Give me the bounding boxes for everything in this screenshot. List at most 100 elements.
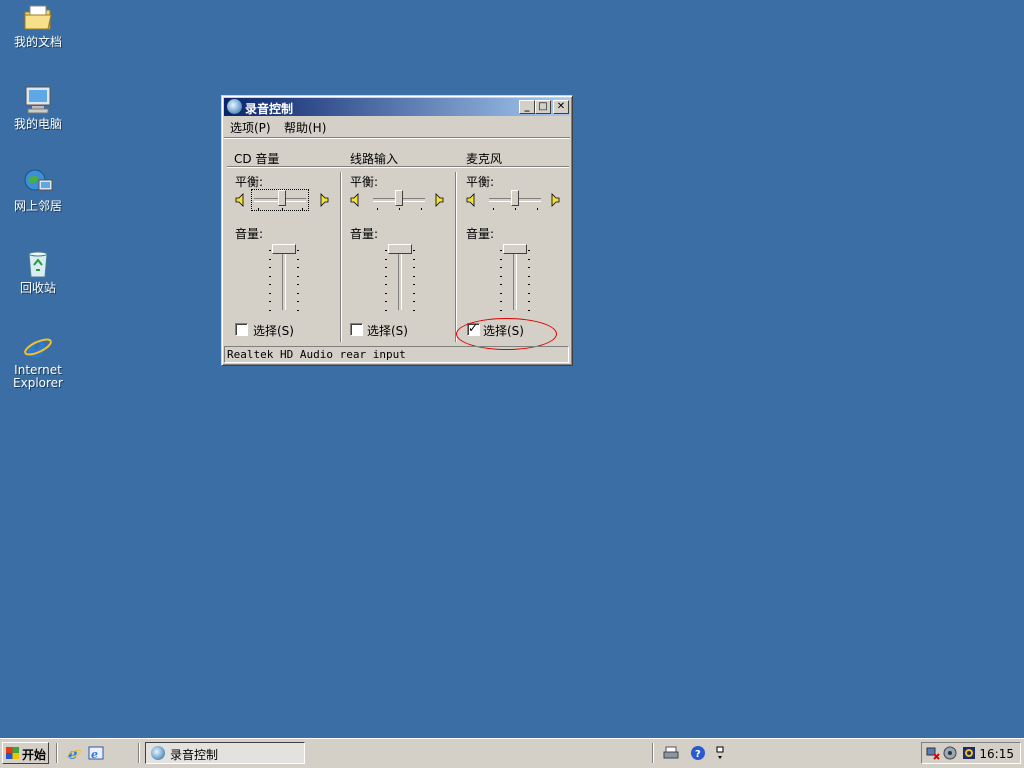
svg-text:?: ?	[695, 749, 701, 760]
slider-tick	[500, 284, 502, 285]
desktop-icon-my-computer[interactable]: 我的电脑	[6, 84, 70, 131]
slider-tick	[269, 250, 271, 251]
taskbar-separator	[652, 743, 654, 763]
slider-tick	[297, 301, 299, 302]
internet-explorer-icon[interactable]: e	[66, 745, 82, 761]
slider-tick	[528, 250, 530, 251]
balance-label: 平衡:	[235, 175, 264, 189]
my-computer-icon	[22, 84, 54, 116]
slider-tick	[413, 301, 415, 302]
column-title-line-in: 线路输入	[350, 152, 399, 166]
maximize-button[interactable]: □	[535, 100, 551, 114]
slider-tick	[528, 258, 530, 260]
expand-menu-icon[interactable]	[713, 745, 729, 761]
security-tray-icon[interactable]	[962, 746, 976, 760]
slider-tick	[528, 284, 530, 285]
clock[interactable]: 16:15	[979, 747, 1014, 761]
slider-tick	[500, 301, 502, 302]
menu-separator	[224, 137, 570, 139]
slider-tick	[413, 258, 415, 260]
column-divider	[455, 172, 457, 342]
minimize-button[interactable]: _	[519, 100, 535, 114]
desktop-icon-my-documents[interactable]: 我的文档	[6, 2, 70, 49]
window-title: 录音控制	[245, 102, 294, 116]
header-separator	[227, 166, 569, 168]
desktop-icon-network[interactable]: 网上邻居	[6, 166, 70, 213]
slider-tick	[269, 258, 271, 260]
slider-tick	[297, 309, 299, 311]
close-button[interactable]: ✕	[553, 100, 569, 114]
taskbar-separator	[56, 743, 58, 763]
show-desktop-icon[interactable]: e	[88, 745, 104, 761]
recycle-bin-icon	[22, 248, 54, 280]
volume-label: 音量:	[466, 227, 495, 241]
slider-tick	[297, 275, 299, 277]
desktop-icon-recycle-bin[interactable]: 回收站	[6, 248, 70, 295]
speaker-app-icon	[227, 99, 242, 114]
slider-tick	[269, 301, 271, 302]
slider-tick	[500, 250, 502, 251]
slider-tick	[528, 301, 530, 302]
slider-tick	[528, 292, 530, 294]
volume-tray-icon[interactable]	[943, 746, 957, 760]
desktop-icon-label: 我的文档	[13, 35, 62, 49]
slider-tick	[500, 258, 502, 260]
taskbar: 开始 e e 录音控制 ? 16:15	[0, 738, 1024, 768]
my-documents-icon	[22, 2, 54, 34]
network-places-icon	[22, 166, 54, 198]
printer-icon[interactable]	[663, 745, 679, 761]
taskbar-separator	[138, 743, 140, 763]
balance-slider-microphone[interactable]	[487, 190, 543, 210]
slider-tick	[269, 267, 271, 268]
slider-tick	[413, 292, 415, 294]
system-tray: 16:15	[921, 742, 1021, 764]
select-label: 选择(S)	[253, 324, 294, 338]
start-button[interactable]: 开始	[2, 742, 49, 764]
slider-tick	[528, 275, 530, 277]
slider-tick	[269, 309, 271, 311]
balance-label: 平衡:	[466, 175, 495, 189]
volume-slider-cd[interactable]	[267, 244, 301, 314]
start-label: 开始	[22, 748, 47, 762]
status-bar: Realtek HD Audio rear input	[224, 346, 569, 363]
slider-tick	[385, 250, 387, 251]
slider-tick	[500, 292, 502, 294]
slider-tick	[500, 267, 502, 268]
slider-tick	[385, 309, 387, 311]
volume-slider-line-in[interactable]	[383, 244, 417, 314]
desktop-icon-label: Internet Explorer	[13, 363, 63, 390]
balance-slider-line-in[interactable]	[371, 190, 427, 210]
menu-options[interactable]: 选项(P)	[230, 119, 271, 136]
desktop-icon-label: 网上邻居	[13, 199, 62, 213]
slider-tick	[269, 292, 271, 294]
column-divider	[340, 172, 342, 342]
balance-slider-cd[interactable]	[251, 189, 309, 211]
slider-tick	[413, 250, 415, 251]
volume-slider-microphone[interactable]	[498, 244, 532, 314]
help-icon[interactable]: ?	[690, 745, 706, 761]
slider-tick	[269, 275, 271, 277]
desktop-icon-internet-explorer[interactable]: e Internet Explorer	[6, 330, 70, 390]
slider-tick	[297, 292, 299, 294]
slider-tick	[297, 250, 299, 251]
svg-text:e: e	[91, 748, 98, 761]
title-bar[interactable]: 录音控制 _ □ ✕	[224, 98, 570, 116]
slider-tick	[297, 284, 299, 285]
select-checkbox-cd[interactable]	[235, 323, 248, 336]
slider-tick	[297, 267, 299, 268]
volume-label: 音量:	[235, 227, 264, 241]
slider-tick	[269, 284, 271, 285]
windows-logo-icon	[6, 747, 19, 759]
slider-tick	[385, 292, 387, 294]
select-checkbox-line-in[interactable]	[350, 323, 363, 336]
speaker-right-icon	[435, 193, 444, 207]
network-disconnected-icon[interactable]	[926, 746, 940, 760]
slider-tick	[297, 258, 299, 260]
column-title-microphone: 麦克风	[466, 152, 503, 166]
speaker-left-icon	[350, 193, 359, 207]
taskbar-button-recording-control[interactable]: 录音控制	[145, 742, 305, 764]
menu-help[interactable]: 帮助(H)	[284, 119, 326, 136]
volume-label: 音量:	[350, 227, 379, 241]
balance-label: 平衡:	[350, 175, 379, 189]
speaker-app-icon	[151, 746, 165, 760]
